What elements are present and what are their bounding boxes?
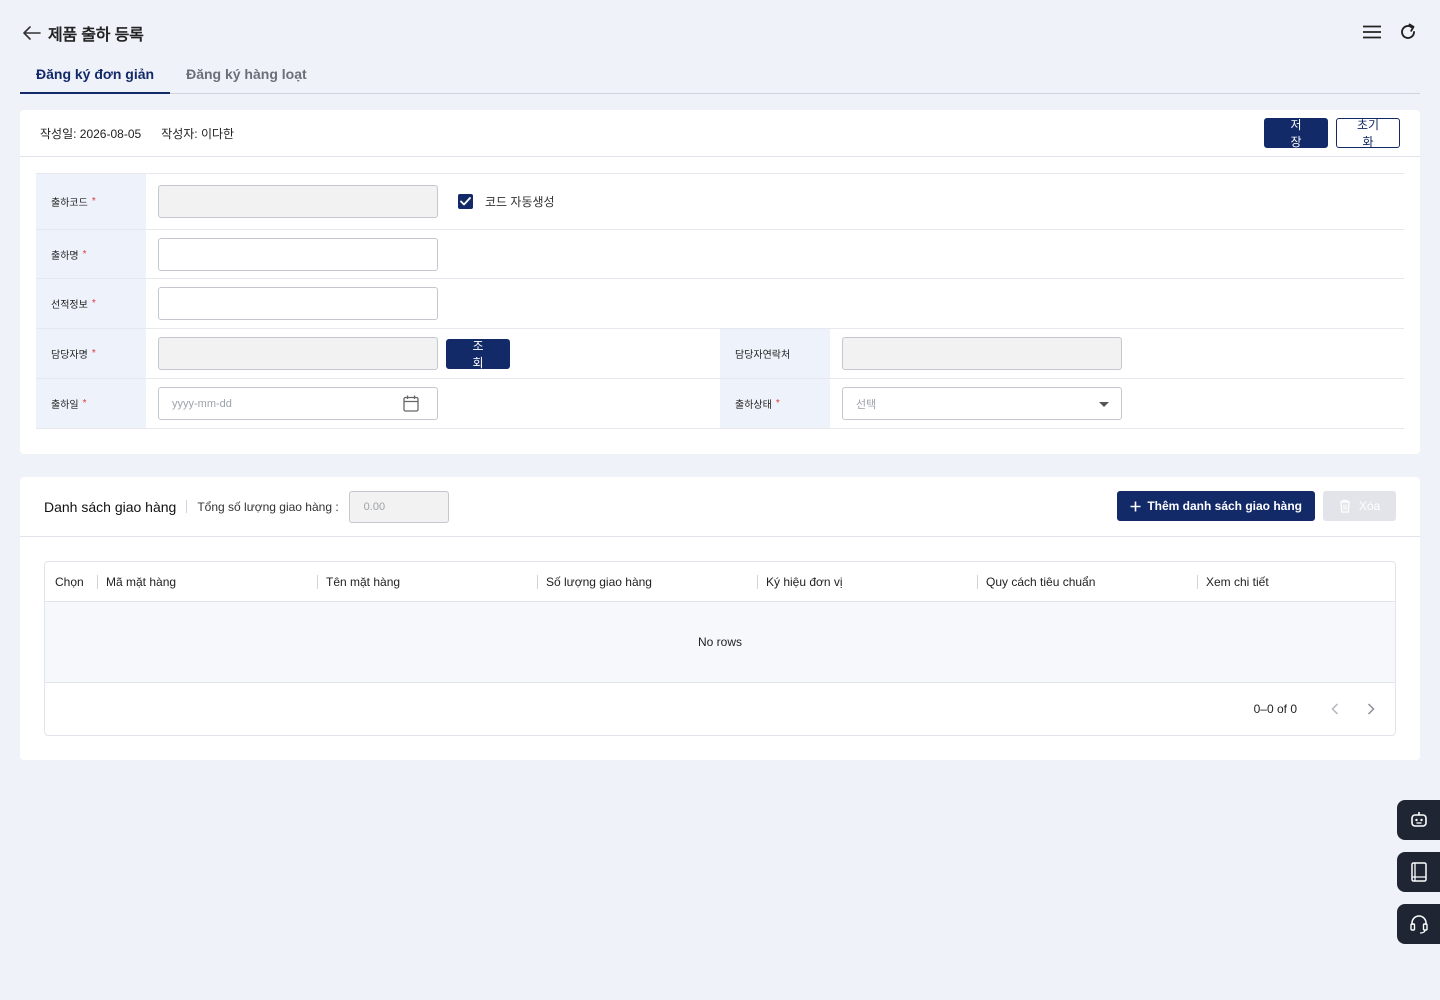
form-row-code: 출하코드 * 코드 자동생성 xyxy=(36,174,1404,230)
delete-button[interactable]: Xóa xyxy=(1323,491,1396,521)
ship-status-select[interactable]: 선택 xyxy=(842,387,1122,420)
ship-date-label: 출하일 * xyxy=(36,379,146,428)
ship-date-input[interactable]: yyyy-mm-dd xyxy=(158,387,438,420)
delivery-list-card: Danh sách giao hàng Tổng số lượng giao h… xyxy=(20,477,1420,760)
form-row-name: 출하명 * xyxy=(36,230,1404,279)
column-header-standard-spec[interactable]: Quy cách tiêu chuẩn xyxy=(977,562,1197,601)
chatbot-button[interactable] xyxy=(1397,800,1440,840)
shipment-form: 출하코드 * 코드 자동생성 출하명 * 선적정보 * 담당자명 * 조회 담당… xyxy=(36,173,1404,429)
column-header-view-detail[interactable]: Xem chi tiết xyxy=(1197,562,1377,601)
shipment-name-input[interactable] xyxy=(158,237,438,271)
divider xyxy=(186,500,188,513)
ship-status-placeholder: 선택 xyxy=(856,398,877,411)
grid-header: Chọn Mã mặt hàng Tên mặt hàng Số lượng g… xyxy=(45,562,1395,602)
manager-contact-label: 담당자연락처 xyxy=(720,329,830,378)
top-bar: 제품 출하 등록 xyxy=(20,18,1420,48)
shipment-form-card: 작성일: 2026-08-05 작성자: 이다한 저장 초기화 출하코드 * 코드… xyxy=(20,110,1420,454)
add-delivery-list-label: Thêm danh sách giao hàng xyxy=(1147,499,1302,513)
column-header-item-code[interactable]: Mã mặt hàng xyxy=(97,562,317,601)
author: 작성자: 이다한 xyxy=(161,126,235,141)
ship-status-label: 출하상태 * xyxy=(720,379,830,428)
page-title: 제품 출하 등록 xyxy=(48,27,144,44)
delivery-grid: Chọn Mã mặt hàng Tên mặt hàng Số lượng g… xyxy=(44,561,1396,736)
form-row-manager: 담당자명 * 조회 담당자연락처 xyxy=(36,329,1404,379)
calendar-icon[interactable] xyxy=(403,395,419,415)
menu-icon[interactable] xyxy=(1360,20,1384,44)
column-header-item-name[interactable]: Tên mặt hàng xyxy=(317,562,537,601)
tab-simple-registration[interactable]: Đăng ký đơn giản xyxy=(20,56,171,94)
next-page-icon[interactable] xyxy=(1363,701,1379,717)
form-row-loading-info: 선적정보 * xyxy=(36,279,1404,329)
top-actions xyxy=(1360,20,1420,44)
total-quantity-field: 0.00 xyxy=(348,490,449,523)
add-delivery-list-button[interactable]: Thêm danh sách giao hàng xyxy=(1117,491,1315,521)
column-header-delivery-quantity[interactable]: Số lượng giao hàng xyxy=(537,562,757,601)
column-header-unit-symbol[interactable]: Ký hiệu đơn vị xyxy=(757,562,977,601)
plus-icon xyxy=(1130,501,1141,511)
delivery-list-header: Danh sách giao hàng Tổng số lượng giao h… xyxy=(20,477,1420,537)
previous-page-icon[interactable] xyxy=(1327,701,1343,717)
save-button[interactable]: 저장 xyxy=(1264,118,1328,149)
form-row-ship-date-status: 출하일 * yyyy-mm-dd 출하상태 * 선택 xyxy=(36,379,1404,429)
shipment-code-input[interactable] xyxy=(158,185,438,218)
manual-book-icon xyxy=(1410,862,1427,882)
refresh-icon[interactable] xyxy=(1396,20,1420,44)
ship-date-placeholder: yyyy-mm-dd xyxy=(172,397,232,410)
loading-info-input[interactable] xyxy=(158,287,438,320)
auto-code-checkbox[interactable] xyxy=(458,194,473,209)
grid-footer: 0–0 of 0 xyxy=(45,683,1395,735)
pagination-controls xyxy=(1327,701,1379,717)
back-arrow-icon[interactable] xyxy=(20,21,44,45)
chatbot-icon xyxy=(1410,812,1427,827)
created-date: 작성일: 2026-08-05 xyxy=(40,126,142,141)
code-label: 출하코드 * xyxy=(36,174,146,229)
auto-code-label: 코드 자동생성 xyxy=(485,195,555,209)
tab-bulk-registration[interactable]: Đăng ký hàng loạt xyxy=(170,56,323,94)
total-quantity-label: Tổng số lượng giao hàng : xyxy=(197,499,339,514)
form-actions: 저장 초기화 xyxy=(1264,118,1400,149)
dropdown-caret-icon xyxy=(1099,402,1109,407)
name-label: 출하명 * xyxy=(36,230,146,278)
manager-contact-input[interactable] xyxy=(842,337,1122,370)
support-button[interactable] xyxy=(1397,904,1440,944)
grid-empty-state: No rows xyxy=(45,602,1395,683)
tab-bar: Đăng ký đơn giản Đăng ký hàng loạt xyxy=(20,56,1420,94)
pagination-range: 0–0 of 0 xyxy=(1253,702,1297,716)
reset-button[interactable]: 초기화 xyxy=(1336,118,1400,149)
loading-info-label: 선적정보 * xyxy=(36,279,146,328)
delivery-list-title: Danh sách giao hàng xyxy=(44,498,177,515)
manager-label: 담당자명 * xyxy=(36,329,146,378)
manual-button[interactable] xyxy=(1397,852,1440,892)
delete-label: Xóa xyxy=(1358,499,1381,513)
trash-icon xyxy=(1339,499,1350,513)
form-card-header: 작성일: 2026-08-05 작성자: 이다한 저장 초기화 xyxy=(20,110,1420,157)
headset-support-icon xyxy=(1409,915,1428,934)
manager-name-input[interactable] xyxy=(158,337,438,370)
column-header-select[interactable]: Chọn xyxy=(45,562,97,601)
manager-search-button[interactable]: 조회 xyxy=(446,338,510,370)
